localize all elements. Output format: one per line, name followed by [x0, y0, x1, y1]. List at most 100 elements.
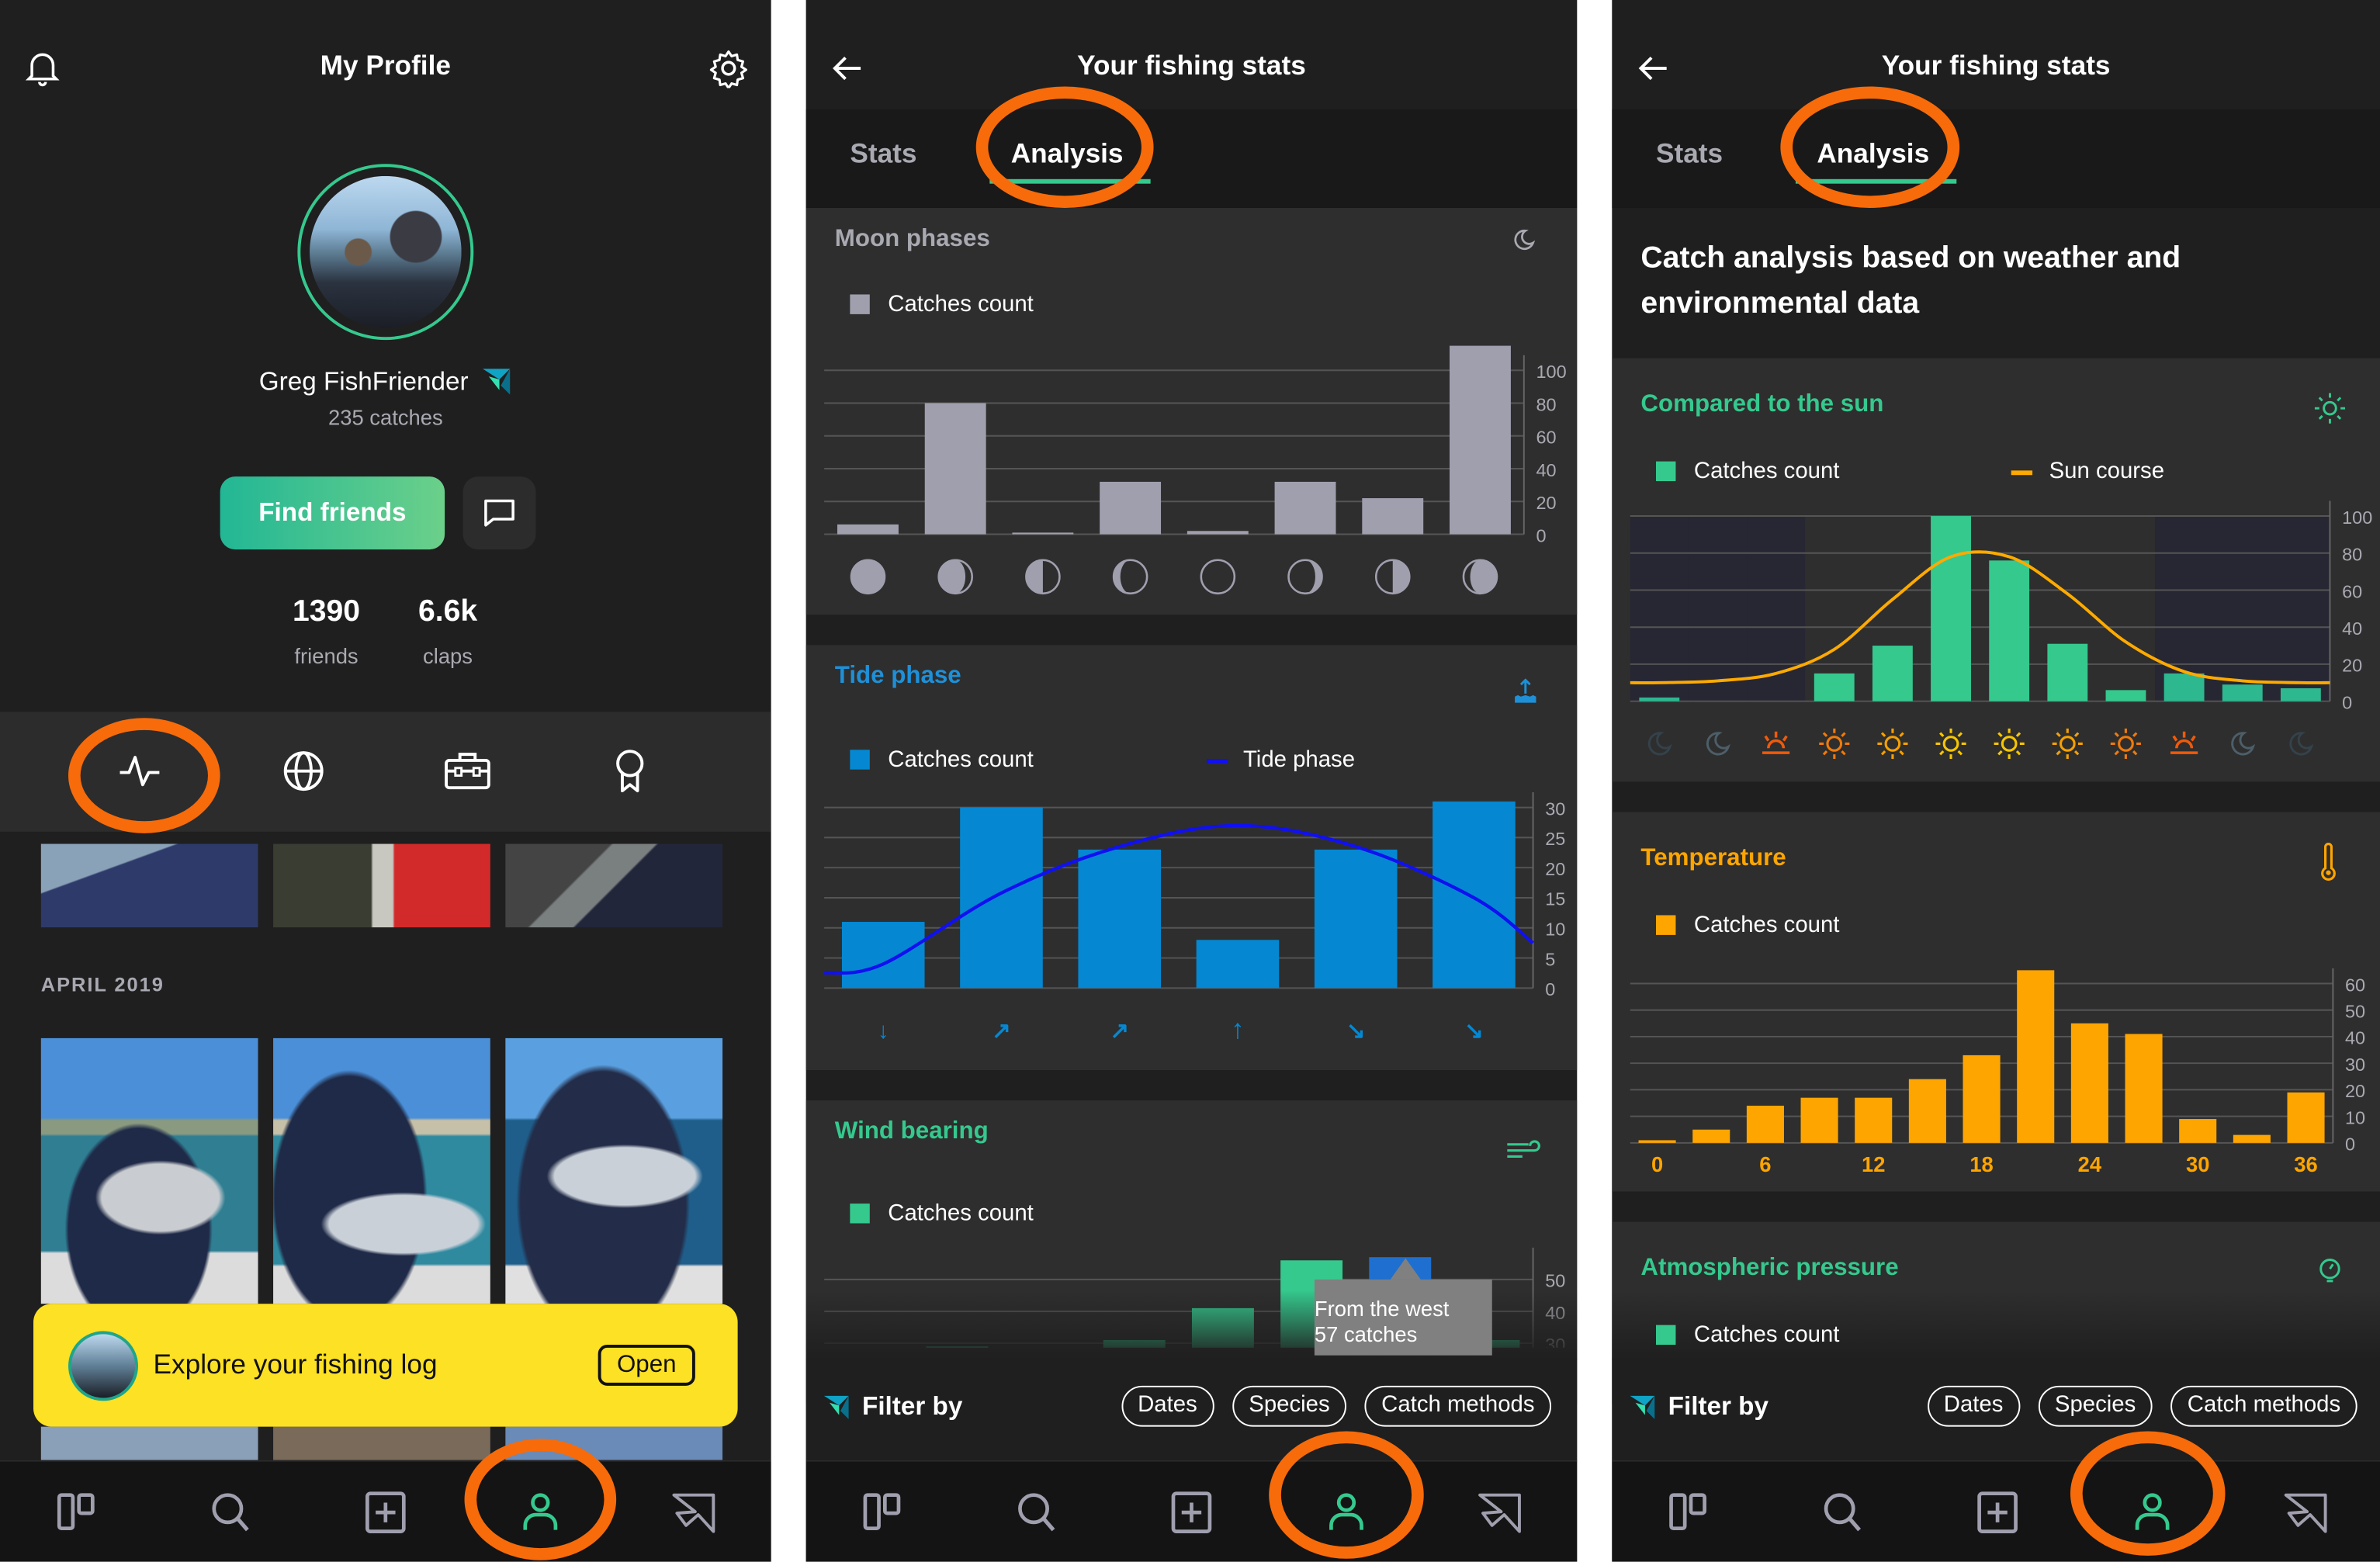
profile-icon[interactable]	[514, 1486, 566, 1538]
filter-catch-methods-button[interactable]: Catch methods	[1364, 1385, 1552, 1427]
catch-photo[interactable]	[40, 843, 258, 928]
catch-photo[interactable]	[40, 1426, 258, 1460]
y-tick-label: 50	[2345, 1001, 2365, 1021]
friends-count[interactable]: 1390	[265, 595, 386, 630]
award-icon[interactable]	[608, 746, 651, 795]
avatar[interactable]	[297, 164, 474, 341]
tackle-box-icon[interactable]	[443, 748, 492, 794]
sun-icon	[1935, 728, 1966, 760]
legend-label: Catches count	[1693, 458, 1840, 484]
add-catch-icon[interactable]	[360, 1486, 412, 1538]
bar[interactable]	[1872, 646, 1913, 701]
add-catch-icon[interactable]	[1972, 1486, 2024, 1538]
card-title: Temperature	[1640, 845, 1786, 871]
tab-stats[interactable]: Stats	[850, 138, 916, 170]
fishfriender-icon[interactable]	[2280, 1486, 2332, 1538]
y-tick-label: 10	[1545, 920, 1565, 940]
bar[interactable]	[2233, 1134, 2271, 1143]
catch-photo[interactable]	[505, 843, 723, 928]
search-icon[interactable]	[1817, 1486, 1869, 1538]
catch-count: 235 catches	[327, 405, 443, 430]
tooltip-direction: From the west	[1314, 1296, 1450, 1321]
bar[interactable]	[2287, 1092, 2325, 1143]
catch-photo[interactable]	[273, 1037, 490, 1304]
bar[interactable]	[837, 524, 899, 535]
filter-label: Filter by	[862, 1391, 963, 1421]
filter-catch-methods-button[interactable]: Catch methods	[2170, 1385, 2357, 1427]
feed-icon[interactable]	[857, 1486, 909, 1538]
bar[interactable]	[1855, 1097, 1893, 1143]
feed-icon[interactable]	[1664, 1486, 1716, 1538]
claps-count[interactable]: 6.6k	[387, 595, 508, 630]
bar[interactable]	[1362, 498, 1424, 535]
filter-species-button[interactable]: Species	[1232, 1385, 1347, 1427]
bar[interactable]	[2125, 1034, 2163, 1143]
bottom-nav	[0, 1460, 771, 1562]
globe-icon[interactable]	[281, 748, 327, 794]
bar[interactable]	[1746, 1105, 1784, 1143]
tab-analysis[interactable]: Analysis	[1817, 138, 1929, 170]
fishfriender-icon[interactable]	[1474, 1486, 1526, 1538]
bar[interactable]	[1800, 1097, 1838, 1143]
activity-icon[interactable]	[117, 748, 163, 794]
x-tick-label: 0	[1651, 1152, 1663, 1176]
bar[interactable]	[2070, 1023, 2108, 1143]
profile-icon[interactable]	[1321, 1486, 1373, 1538]
bar[interactable]	[2163, 673, 2205, 701]
catch-photo[interactable]	[505, 1037, 723, 1304]
bar[interactable]	[841, 922, 925, 989]
bar[interactable]	[1814, 673, 1855, 701]
bar[interactable]	[1638, 1140, 1676, 1143]
tide-phase-line	[823, 823, 1534, 975]
bar[interactable]	[1196, 940, 1280, 989]
bar[interactable]	[2105, 690, 2146, 701]
bar[interactable]	[1908, 1079, 1946, 1143]
bar[interactable]	[1274, 481, 1336, 535]
bar[interactable]	[2017, 970, 2055, 1143]
search-icon[interactable]	[1011, 1486, 1063, 1538]
tab-analysis[interactable]: Analysis	[1011, 138, 1124, 170]
bar[interactable]	[2047, 643, 2088, 701]
gear-icon[interactable]	[708, 49, 748, 88]
bar[interactable]	[1450, 345, 1511, 535]
catch-photo[interactable]	[505, 1426, 723, 1460]
bar[interactable]	[2179, 1119, 2217, 1143]
add-catch-icon[interactable]	[1166, 1486, 1218, 1538]
bar[interactable]	[1433, 801, 1516, 989]
fishing-log-banner[interactable]: Explore your fishing log Open	[33, 1304, 738, 1427]
bar[interactable]	[1963, 1055, 2001, 1143]
waning-crescent-icon	[1112, 559, 1148, 595]
bar[interactable]	[1078, 849, 1161, 989]
catch-photo[interactable]	[273, 1426, 490, 1460]
bar[interactable]	[1187, 531, 1249, 535]
bar[interactable]	[1989, 560, 2030, 701]
feed-icon[interactable]	[52, 1486, 104, 1538]
bar[interactable]	[1012, 532, 1074, 535]
bar[interactable]	[1314, 849, 1398, 989]
y-tick-label: 10	[2345, 1107, 2365, 1127]
profile-icon[interactable]	[2126, 1486, 2178, 1538]
legend-swatch	[2011, 470, 2033, 476]
filter-dates-button[interactable]: Dates	[1927, 1385, 2020, 1427]
card-title: Atmospheric pressure	[1640, 1255, 1899, 1281]
catch-photo[interactable]	[40, 1037, 258, 1304]
bar[interactable]	[960, 807, 1043, 989]
bar[interactable]	[924, 403, 986, 535]
bar[interactable]	[2222, 684, 2263, 701]
bar[interactable]	[1639, 697, 1680, 701]
catch-photo[interactable]	[273, 843, 490, 928]
tab-stats[interactable]: Stats	[1656, 138, 1723, 170]
bar[interactable]	[2280, 687, 2321, 701]
y-tick-label: 60	[2342, 581, 2362, 601]
filter-species-button[interactable]: Species	[2038, 1385, 2153, 1427]
bar[interactable]	[1692, 1129, 1730, 1143]
fishfriender-icon[interactable]	[668, 1486, 720, 1538]
messages-button[interactable]	[462, 476, 536, 550]
bar[interactable]	[1100, 481, 1162, 535]
search-icon[interactable]	[205, 1486, 257, 1538]
find-friends-button[interactable]: Find friends	[220, 476, 445, 550]
banner-open-button[interactable]: Open	[598, 1345, 695, 1386]
bar[interactable]	[1931, 516, 1971, 701]
filter-dates-button[interactable]: Dates	[1121, 1385, 1214, 1427]
fishfriender-logo-icon	[823, 1395, 849, 1419]
